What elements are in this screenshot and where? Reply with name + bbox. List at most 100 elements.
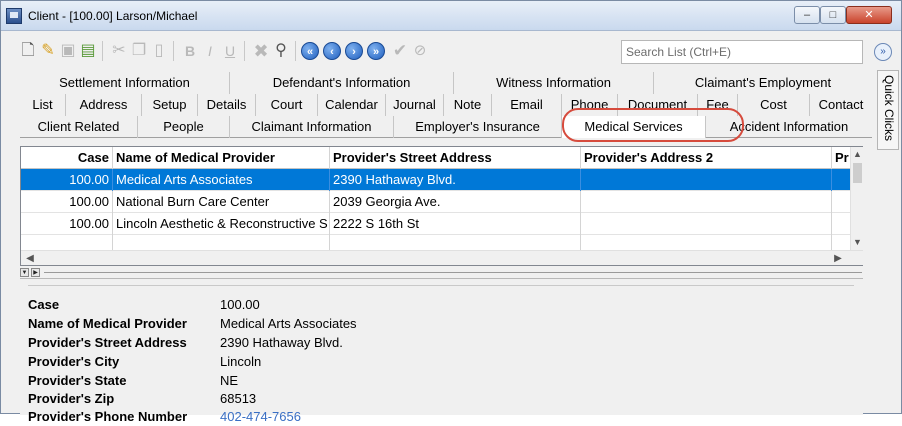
detail-label: Name of Medical Provider	[28, 316, 187, 331]
detail-row-provider-name: Name of Medical Provider Medical Arts As…	[28, 314, 828, 333]
open-folder-icon[interactable]: ✎	[39, 42, 57, 60]
detail-value-phone-link[interactable]: 402-474-7656	[220, 407, 301, 426]
app-icon	[6, 8, 22, 24]
cell-provider-name: National Burn Care Center	[113, 191, 330, 213]
toolbar-separator	[102, 41, 103, 61]
tab-settlement-information[interactable]: Settlement Information	[20, 72, 230, 94]
detail-row-city: Provider's City Lincoln	[28, 352, 828, 371]
scroll-thumb[interactable]	[853, 163, 862, 183]
tab-contact[interactable]: Contact	[810, 94, 872, 116]
medical-providers-grid: Case Name of Medical Provider Provider's…	[20, 146, 863, 266]
italic-icon[interactable]: I	[201, 42, 219, 60]
grid-horizontal-scrollbar[interactable]: ◀ ▶	[21, 250, 863, 265]
detail-row-case: Case 100.00	[28, 295, 828, 314]
tab-email[interactable]: Email	[492, 94, 562, 116]
grid-vertical-scrollbar[interactable]: ▲ ▼	[850, 147, 863, 251]
tab-employers-insurance[interactable]: Employer's Insurance	[394, 116, 562, 138]
scroll-down-icon[interactable]: ▼	[851, 235, 864, 249]
splitter-line	[44, 272, 862, 273]
cell-truncated	[832, 169, 851, 191]
search-input[interactable]: Search List (Ctrl+E)	[621, 40, 863, 64]
minimize-button[interactable]: –	[794, 6, 820, 24]
tab-people[interactable]: People	[138, 116, 230, 138]
delete-icon[interactable]: ✖	[252, 42, 270, 60]
copy-icon[interactable]: ❐	[130, 42, 148, 60]
split-right-icon[interactable]: ▶	[31, 268, 40, 277]
tab-client-related[interactable]: Client Related	[20, 116, 138, 138]
underline-icon[interactable]: U	[221, 42, 239, 60]
tab-strip: Settlement Information Defendant's Infor…	[20, 72, 872, 142]
detail-row-zip: Provider's Zip 68513	[28, 389, 828, 408]
column-header-street-address[interactable]: Provider's Street Address	[330, 147, 581, 169]
tab-list[interactable]: List	[20, 94, 66, 116]
first-record-icon[interactable]: «	[301, 42, 319, 60]
cell-truncated	[832, 213, 851, 235]
detail-value: Medical Arts Associates	[220, 316, 357, 331]
column-header-address-2[interactable]: Provider's Address 2	[581, 147, 832, 169]
tab-witness-information[interactable]: Witness Information	[454, 72, 654, 94]
save-close-icon[interactable]: ▤	[79, 42, 97, 60]
bold-icon[interactable]: B	[181, 42, 199, 60]
table-row[interactable]: 100.00 National Burn Care Center 2039 Ge…	[21, 191, 851, 213]
previous-record-icon[interactable]: ‹	[323, 42, 341, 60]
tab-note[interactable]: Note	[444, 94, 492, 116]
find-icon[interactable]: ⚲	[272, 42, 290, 60]
column-header-case[interactable]: Case	[21, 147, 113, 169]
toolbar-separator	[295, 41, 296, 61]
scroll-left-icon[interactable]: ◀	[23, 251, 37, 266]
cancel-icon[interactable]: ⊘	[411, 42, 429, 60]
detail-panel: Case 100.00 Name of Medical Provider Med…	[20, 283, 863, 424]
tab-details[interactable]: Details	[198, 94, 256, 116]
quick-clicks-panel[interactable]: Quick Clicks	[877, 70, 899, 150]
tab-address[interactable]: Address	[66, 94, 142, 116]
tab-row-1: Settlement Information Defendant's Infor…	[20, 72, 872, 94]
collapse-icon[interactable]: »	[874, 43, 892, 61]
title-bar[interactable]: Client - [100.00] Larson/Michael – □ ✕	[1, 1, 901, 31]
table-row[interactable]: 100.00 Medical Arts Associates 2390 Hath…	[21, 169, 851, 191]
tab-setup[interactable]: Setup	[142, 94, 198, 116]
cell-address-2	[581, 191, 832, 213]
close-button[interactable]: ✕	[846, 6, 892, 24]
column-header-provider-name[interactable]: Name of Medical Provider	[113, 147, 330, 169]
table-row-empty	[21, 235, 851, 250]
check-icon[interactable]: ✔	[391, 42, 409, 60]
scroll-up-icon[interactable]: ▲	[851, 147, 864, 161]
save-icon[interactable]: ▣	[59, 42, 77, 60]
cell-empty	[330, 235, 581, 250]
new-document-icon[interactable]: 🗋	[19, 42, 37, 60]
detail-row-street-address: Provider's Street Address 2390 Hathaway …	[28, 333, 828, 352]
last-record-icon[interactable]: »	[367, 42, 385, 60]
maximize-button[interactable]: □	[820, 6, 846, 24]
cell-address-2	[581, 213, 832, 235]
cell-case: 100.00	[21, 213, 113, 235]
cut-icon[interactable]: ✂	[110, 42, 128, 60]
tab-cost[interactable]: Cost	[738, 94, 810, 116]
tab-calendar[interactable]: Calendar	[318, 94, 386, 116]
paste-icon[interactable]: ▯	[150, 42, 168, 60]
tab-claimant-information[interactable]: Claimant Information	[230, 116, 394, 138]
client-window: Client - [100.00] Larson/Michael – □ ✕ 🗋…	[0, 0, 902, 424]
detail-label: Provider's City	[28, 354, 120, 369]
detail-value: NE	[220, 373, 239, 388]
scroll-right-icon[interactable]: ▶	[831, 251, 845, 266]
detail-row-state: Provider's State NE	[28, 371, 828, 390]
detail-label: Case	[28, 297, 60, 312]
table-row[interactable]: 100.00 Lincoln Aesthetic & Reconstructiv…	[21, 213, 851, 235]
detail-value: 100.00	[220, 297, 260, 312]
window-title: Client - [100.00] Larson/Michael	[28, 9, 198, 23]
toolbar-separator	[244, 41, 245, 61]
panel-splitter[interactable]: ▼ ▶	[20, 267, 863, 279]
tab-court[interactable]: Court	[256, 94, 318, 116]
split-down-icon[interactable]: ▼	[20, 268, 29, 277]
cell-street-address: 2039 Georgia Ave.	[330, 191, 581, 213]
detail-label: Provider's Street Address	[28, 335, 187, 350]
toolbar: 🗋 ✎ ▣ ▤ ✂ ❐ ▯ B I U ✖ ⚲ « ‹ › » ✔ ⊘ Sear…	[1, 32, 901, 70]
tab-claimants-employment[interactable]: Claimant's Employment	[654, 72, 872, 94]
cell-empty	[581, 235, 832, 250]
tab-defendants-information[interactable]: Defendant's Information	[230, 72, 454, 94]
column-header-truncated[interactable]: Pr	[832, 147, 851, 169]
toolbar-separator	[173, 41, 174, 61]
next-record-icon[interactable]: ›	[345, 42, 363, 60]
tab-row-2: List Address Setup Details Court Calenda…	[20, 94, 872, 116]
tab-journal[interactable]: Journal	[386, 94, 444, 116]
